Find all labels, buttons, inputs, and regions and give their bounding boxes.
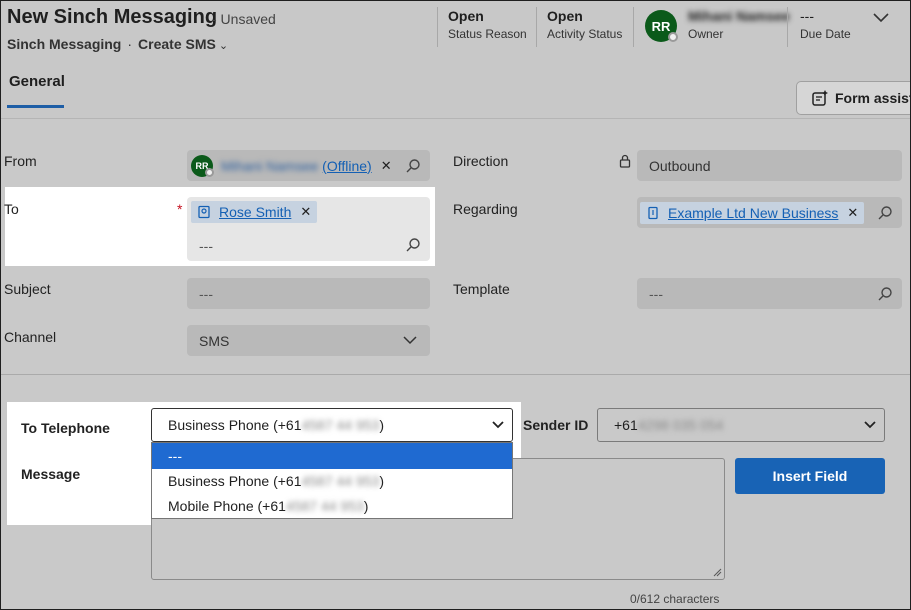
to-placeholder: --- — [199, 238, 213, 254]
template-field[interactable]: --- — [637, 278, 902, 309]
message-label: Message — [21, 466, 81, 482]
regarding-label: Regarding — [453, 201, 518, 217]
form-assist-button[interactable]: Form assist — [796, 81, 911, 115]
form-header: New Sinch Messaging - Unsaved Sinch Mess… — [1, 1, 910, 119]
to-telephone-dropdown: --- Business Phone (+614587 44 953) Mobi… — [151, 442, 513, 519]
search-icon[interactable] — [405, 237, 421, 253]
search-icon[interactable] — [877, 286, 893, 302]
header-divider — [633, 7, 634, 47]
entity-breadcrumb: Sinch Messaging · Create SMS ⌄ — [7, 36, 228, 52]
from-tag[interactable]: Mihani Namsee (Offline) ✕ — [213, 155, 398, 177]
redacted-number: 4298 035 054 — [637, 417, 724, 433]
page-title: New Sinch Messaging — [7, 6, 218, 28]
breadcrumb-separator: · — [127, 36, 133, 52]
chevron-down-icon — [864, 421, 876, 429]
regarding-field[interactable]: Example Ltd New Business ✕ — [637, 197, 902, 228]
option-label: Mobile Phone (+61 — [168, 498, 286, 514]
header-divider — [536, 7, 537, 47]
presence-icon — [668, 32, 678, 42]
redacted-number: 4587 44 953 — [301, 473, 380, 489]
dropdown-option[interactable]: --- — [152, 443, 512, 469]
template-placeholder: --- — [649, 285, 663, 302]
remove-icon[interactable]: ✕ — [847, 205, 858, 221]
to-telephone-value: Business Phone (+61 — [168, 417, 302, 433]
search-icon[interactable] — [405, 158, 421, 174]
subject-label: Subject — [4, 281, 51, 297]
to-telephone-select[interactable]: Business Phone (+61 4587 44 953) — [151, 408, 513, 442]
character-count: 0/612 characters — [630, 592, 720, 606]
resize-handle-icon[interactable] — [712, 567, 722, 577]
status-reason-value: Open — [448, 8, 484, 24]
to-telephone-label: To Telephone — [21, 420, 110, 436]
sender-id-select[interactable]: +61 4298 035 054 — [597, 408, 885, 442]
sender-id-value: +61 — [614, 417, 638, 433]
dropdown-option[interactable]: Mobile Phone (+614587 44 953) — [152, 494, 512, 519]
to-tag[interactable]: Rose Smith ✕ — [191, 201, 318, 223]
channel-value: SMS — [199, 332, 230, 349]
form-selector-label: Create SMS — [138, 36, 216, 52]
due-date-label: Due Date — [800, 27, 851, 41]
form-assist-label: Form assist — [835, 90, 911, 106]
status-reason-field: Open Status Reason — [448, 8, 527, 41]
channel-select[interactable]: SMS — [187, 325, 430, 356]
channel-label: Channel — [4, 329, 57, 345]
subject-field[interactable]: --- — [187, 278, 430, 309]
tab-general[interactable]: General — [9, 73, 65, 90]
option-suffix: ) — [363, 498, 369, 514]
required-marker: * — [177, 201, 183, 217]
owner-label: Owner — [688, 27, 724, 41]
search-icon[interactable] — [877, 205, 893, 221]
tab-active-indicator — [7, 105, 64, 108]
redacted-number: 4587 44 953 — [301, 417, 380, 433]
remove-icon[interactable]: ✕ — [381, 158, 392, 174]
dropdown-option[interactable]: Business Phone (+614587 44 953) — [152, 469, 512, 494]
expand-header-icon[interactable] — [872, 11, 890, 27]
redacted-number: 4587 44 953 — [285, 498, 364, 514]
owner-field: Mihani Namsee Owner — [688, 8, 790, 41]
from-label: From — [4, 153, 37, 169]
option-label: Business Phone (+61 — [168, 473, 302, 489]
chevron-down-icon — [492, 421, 504, 429]
direction-label: Direction — [453, 153, 509, 169]
unsaved-indicator: - Unsaved — [212, 11, 276, 27]
app-frame: New Sinch Messaging - Unsaved Sinch Mess… — [0, 0, 911, 610]
chevron-down-icon: ⌄ — [218, 40, 229, 52]
form-assist-icon — [812, 90, 828, 106]
contact-icon — [198, 205, 210, 219]
owner-name[interactable]: Mihani Namsee — [688, 8, 790, 24]
option-suffix: ) — [379, 473, 385, 489]
entity-name: Sinch Messaging — [7, 36, 122, 52]
to-recipient: Rose Smith — [219, 204, 292, 220]
activity-status-field: Open Activity Status — [547, 8, 622, 41]
opportunity-icon — [648, 206, 658, 219]
regarding-tag[interactable]: Example Ltd New Business ✕ — [640, 201, 865, 224]
to-label: To — [4, 201, 19, 217]
from-status: (Offline) — [322, 157, 372, 174]
due-date-field: --- Due Date — [800, 8, 851, 41]
from-name: Mihani Namsee — [221, 157, 319, 174]
header-divider — [787, 7, 788, 47]
insert-field-button[interactable]: Insert Field — [735, 458, 885, 494]
form-selector[interactable]: Create SMS ⌄ — [138, 36, 228, 52]
due-date-value: --- — [800, 8, 814, 24]
presence-icon — [205, 168, 214, 177]
direction-field: Outbound — [637, 150, 902, 181]
to-telephone-suffix: ) — [379, 417, 385, 433]
template-label: Template — [453, 281, 510, 297]
regarding-value: Example Ltd New Business — [668, 204, 839, 221]
from-field[interactable]: RR Mihani Namsee (Offline) ✕ — [187, 150, 430, 181]
sender-id-label: Sender ID — [523, 417, 589, 433]
lock-icon — [619, 154, 631, 168]
chevron-down-icon — [403, 336, 417, 345]
to-field[interactable]: Rose Smith ✕ --- — [187, 197, 430, 261]
header-divider — [437, 7, 438, 47]
remove-icon[interactable]: ✕ — [300, 204, 311, 220]
status-reason-label: Status Reason — [448, 27, 527, 41]
activity-status-label: Activity Status — [547, 27, 623, 41]
activity-status-value: Open — [547, 8, 583, 24]
